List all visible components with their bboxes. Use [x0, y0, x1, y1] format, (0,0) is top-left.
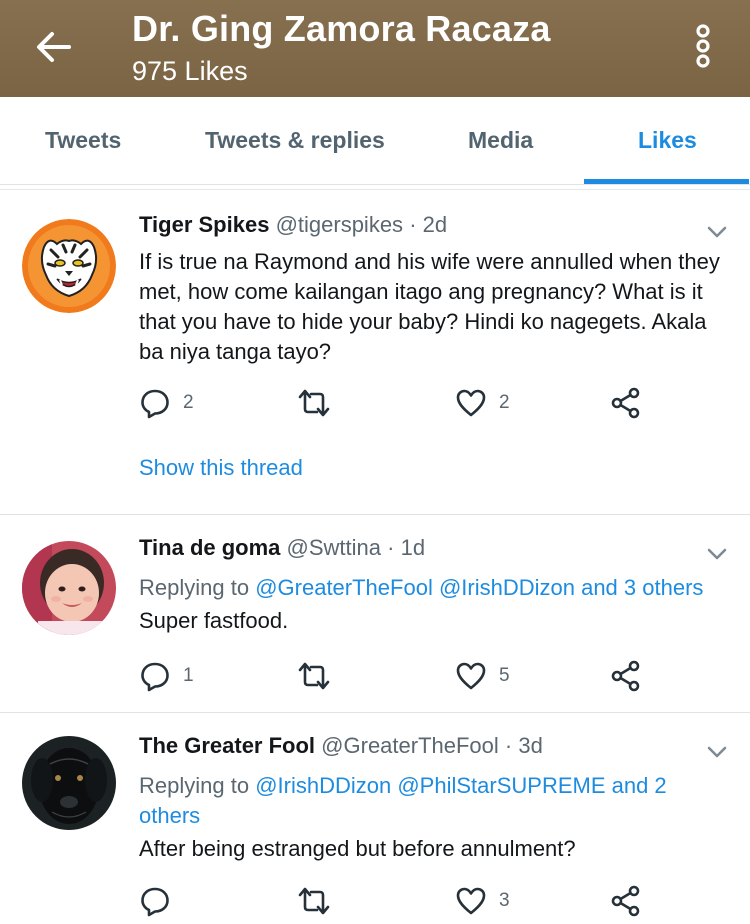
display-name[interactable]: Tina de goma: [139, 535, 280, 560]
heart-icon: [456, 887, 486, 915]
tweet-text: After being estranged but before annulme…: [139, 836, 576, 861]
retweet-icon: [298, 389, 330, 417]
handle[interactable]: @tigerspikes: [276, 212, 404, 237]
replying-to-label: Replying to: [139, 773, 250, 798]
tweet-text: Super fastfood.: [139, 608, 289, 633]
share-icon: [611, 660, 640, 692]
chevron-down-icon[interactable]: [704, 742, 730, 762]
retweet-button[interactable]: [297, 660, 331, 692]
tweet-card[interactable]: Tina de goma @Swttina · 1d Replying to @…: [0, 515, 750, 713]
replying-to: Replying to @GreaterTheFool @IrishDDizon…: [139, 573, 729, 603]
share-icon: [611, 387, 640, 419]
tweet-header: Tiger Spikes @tigerspikes · 2d: [139, 212, 447, 238]
reply-button[interactable]: 1: [139, 660, 194, 692]
timestamp: · 1d: [387, 535, 426, 560]
dog-photo-image: [22, 736, 116, 830]
retweet-button[interactable]: [297, 387, 331, 419]
tweet-text: If is true na Raymond and his wife were …: [139, 249, 720, 364]
tweet-header: Tina de goma @Swttina · 1d: [139, 535, 425, 561]
show-thread-link[interactable]: Show this thread: [139, 455, 303, 481]
back-button[interactable]: [30, 24, 76, 70]
reply-icon: [141, 389, 169, 419]
more-vertical-icon: [696, 24, 710, 68]
replying-to-label: Replying to: [139, 575, 250, 600]
reply-button[interactable]: [139, 885, 183, 917]
like-button[interactable]: 2: [455, 387, 510, 419]
tweet-card[interactable]: The Greater Fool @GreaterTheFool · 3d Re…: [0, 713, 750, 924]
like-count: 5: [499, 665, 510, 686]
like-count: 2: [499, 392, 510, 413]
display-name[interactable]: Tiger Spikes: [139, 212, 269, 237]
reply-count: 1: [183, 665, 194, 686]
timestamp: · 2d: [409, 212, 448, 237]
share-icon: [611, 885, 640, 917]
replying-to: Replying to @IrishDDizon @PhilStarSUPREM…: [139, 771, 729, 831]
profile-header: Dr. Ging Zamora Racaza 975 Likes: [0, 0, 750, 97]
tiger-logo-image: [22, 219, 116, 313]
tweet-card[interactable]: Tiger Spikes @tigerspikes · 2d If is tru…: [0, 190, 750, 515]
tweet-header: The Greater Fool @GreaterTheFool · 3d: [139, 733, 543, 759]
like-count: 3: [499, 890, 510, 911]
profile-name: Dr. Ging Zamora Racaza: [132, 8, 551, 49]
timestamp: · 3d: [504, 733, 543, 758]
like-button[interactable]: 3: [455, 885, 510, 917]
retweet-icon: [298, 887, 330, 915]
reply-icon: [141, 662, 169, 692]
share-button[interactable]: [610, 387, 642, 419]
mention-links[interactable]: @GreaterTheFool @IrishDDizon and 3 other…: [255, 575, 703, 600]
baby-photo-image: [22, 541, 116, 635]
handle[interactable]: @GreaterTheFool: [321, 733, 499, 758]
like-button[interactable]: 5: [455, 660, 510, 692]
reply-count: 2: [183, 392, 194, 413]
more-button[interactable]: [688, 22, 718, 70]
retweet-button[interactable]: [297, 885, 331, 917]
chevron-down-icon[interactable]: [704, 544, 730, 564]
tab-media[interactable]: Media: [468, 127, 533, 154]
heart-icon: [456, 662, 486, 690]
tab-likes[interactable]: Likes: [638, 127, 697, 154]
display-name[interactable]: The Greater Fool: [139, 733, 315, 758]
share-button[interactable]: [610, 660, 642, 692]
share-button[interactable]: [610, 885, 642, 917]
tab-tweets[interactable]: Tweets: [45, 127, 121, 154]
avatar[interactable]: [22, 541, 116, 635]
reply-icon: [141, 887, 169, 917]
likes-count: 975 Likes: [132, 56, 248, 86]
tab-tweets-replies[interactable]: Tweets & replies: [205, 127, 385, 154]
active-tab-indicator: [584, 179, 749, 184]
chevron-down-icon[interactable]: [704, 222, 730, 242]
avatar[interactable]: [22, 736, 116, 830]
reply-button[interactable]: 2: [139, 387, 194, 419]
profile-tabs: Tweets Tweets & replies Media Likes: [0, 97, 750, 185]
handle[interactable]: @Swttina: [287, 535, 381, 560]
retweet-icon: [298, 662, 330, 690]
avatar[interactable]: [22, 219, 116, 313]
heart-icon: [456, 389, 486, 417]
arrow-left-icon: [37, 32, 71, 62]
